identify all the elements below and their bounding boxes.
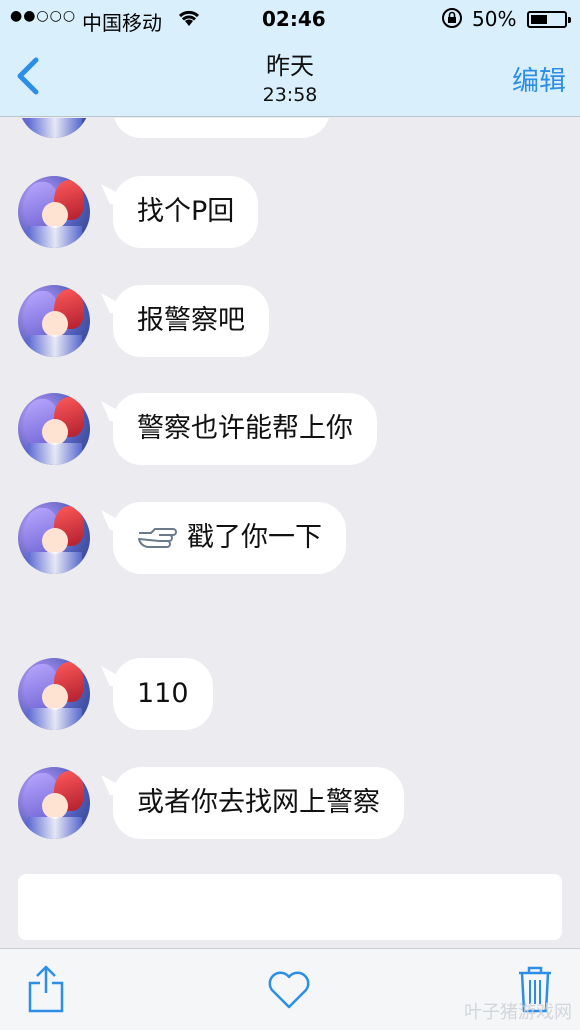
chat-message-partial	[0, 118, 580, 140]
battery-icon	[527, 11, 571, 28]
rotation-lock-icon	[440, 6, 464, 35]
message-bubble[interactable]: 或者你去找网上警察	[113, 767, 404, 839]
status-time: 02:46	[262, 7, 326, 31]
navigation-bar: 昨天 23:58 编辑	[0, 38, 580, 117]
avatar[interactable]	[18, 393, 90, 465]
battery-fill	[531, 15, 547, 24]
battery-percent: 50%	[472, 7, 517, 31]
chat-message: 报警察吧	[0, 285, 580, 359]
message-bubble[interactable]: 110	[113, 658, 213, 730]
chat-message: 警察也许能帮上你	[0, 393, 580, 467]
heart-icon[interactable]	[266, 969, 312, 1011]
avatar[interactable]	[18, 118, 90, 138]
page-title: 昨天	[266, 52, 314, 80]
poke-text: 戳了你一下	[187, 522, 322, 553]
wifi-icon	[176, 6, 202, 33]
page-subtitle-time: 23:58	[262, 84, 318, 106]
avatar[interactable]	[18, 658, 90, 730]
chat-message: 找个P回	[0, 176, 580, 250]
signal-strength-icon: ●●○○○	[10, 8, 77, 24]
chat-message: 110	[0, 658, 580, 732]
message-bubble[interactable]	[113, 118, 330, 138]
poke-hand-icon	[138, 527, 177, 548]
status-bar: ●●○○○ 中国移动 02:46 50%	[0, 0, 580, 38]
message-bubble[interactable]: 警察也许能帮上你	[113, 393, 377, 465]
chat-message-poke: 戳了你一下	[0, 502, 580, 576]
avatar[interactable]	[18, 176, 90, 248]
message-bubble[interactable]: 戳了你一下	[113, 502, 346, 574]
bottom-toolbar: 叶子猪游戏网	[0, 948, 580, 1030]
edit-button[interactable]: 编辑	[512, 59, 566, 98]
message-bubble[interactable]: 找个P回	[113, 176, 259, 248]
chat-list[interactable]: 找个P回 报警察吧 警察也许能帮上你 戳了你一下 110 或者你去找网上警察	[0, 118, 580, 948]
message-input[interactable]	[18, 874, 562, 940]
share-icon[interactable]	[26, 963, 66, 1015]
carrier-label: 中国移动	[82, 11, 162, 35]
avatar[interactable]	[18, 767, 90, 839]
avatar[interactable]	[18, 285, 90, 357]
chat-message: 或者你去找网上警察	[0, 767, 580, 841]
message-bubble[interactable]: 报警察吧	[113, 285, 269, 357]
watermark: 叶子猪游戏网	[464, 1002, 572, 1023]
avatar[interactable]	[18, 502, 90, 574]
